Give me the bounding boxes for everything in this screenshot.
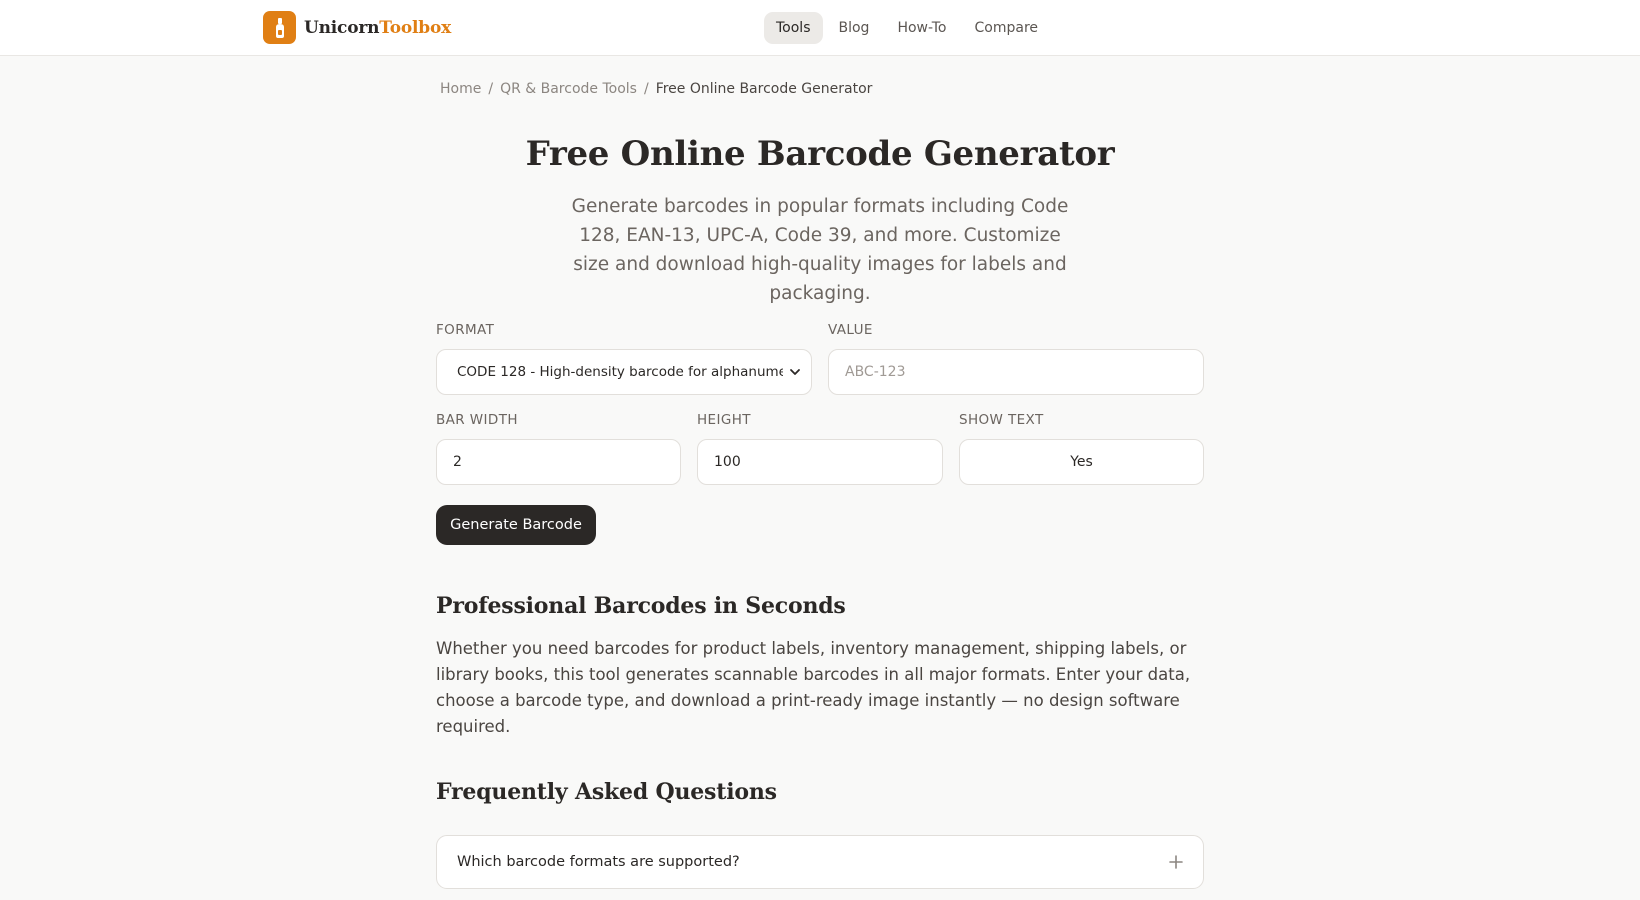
height-input[interactable] (714, 454, 926, 470)
breadcrumb: Home / QR & Barcode Tools / Free Online … (440, 81, 1208, 97)
site-logo[interactable]: UnicornToolbox (263, 11, 451, 44)
breadcrumb-current: Free Online Barcode Generator (655, 81, 873, 97)
faq-item[interactable]: Which barcode formats are supported? (436, 835, 1204, 889)
nav-item-blog[interactable]: Blog (827, 12, 882, 44)
page-subtitle: Generate barcodes in popular formats inc… (571, 196, 1069, 304)
breadcrumb-separator: / (643, 81, 649, 97)
logo-text-primary: Unicorn (304, 17, 380, 38)
plus-icon (1169, 855, 1183, 869)
logo-wordmark: UnicornToolbox (304, 18, 451, 38)
value-label: VALUE (828, 322, 873, 338)
faq-heading: Frequently Asked Questions (436, 779, 777, 805)
height-label: HEIGHT (697, 412, 751, 428)
breadcrumb-separator: / (488, 81, 494, 97)
top-navigation-bar: UnicornToolbox Tools Blog How-To Compare (0, 0, 1640, 56)
value-field (828, 349, 1204, 395)
bar-width-input[interactable] (453, 454, 664, 470)
show-text-toggle[interactable]: Yes (959, 439, 1204, 485)
about-paragraph: Whether you need barcodes for product la… (436, 639, 1191, 736)
show-text-value: Yes (1070, 454, 1093, 470)
nav-item-how-to[interactable]: How-To (885, 12, 958, 44)
main-nav: Tools Blog How-To Compare (764, 12, 1050, 44)
value-input[interactable] (845, 364, 1187, 380)
breadcrumb-home[interactable]: Home (440, 81, 481, 97)
logo-bottle-icon (263, 11, 296, 44)
bar-width-label: BAR WIDTH (436, 412, 518, 428)
bar-width-field (436, 439, 681, 485)
chevron-down-icon (790, 369, 800, 375)
format-select[interactable]: CODE 128 - High-density barcode for alph… (436, 349, 812, 395)
page-title: Free Online Barcode Generator (525, 134, 1115, 174)
breadcrumb-category[interactable]: QR & Barcode Tools (500, 81, 637, 97)
show-text-label: SHOW TEXT (959, 412, 1044, 428)
logo-text-accent: Toolbox (379, 17, 452, 38)
about-heading: Professional Barcodes in Seconds (436, 593, 846, 619)
format-label: FORMAT (436, 322, 495, 338)
generate-barcode-button[interactable]: Generate Barcode (436, 505, 596, 545)
height-field (697, 439, 943, 485)
nav-item-tools[interactable]: Tools (764, 12, 823, 44)
nav-item-compare[interactable]: Compare (963, 12, 1051, 44)
format-select-value: CODE 128 - High-density barcode for alph… (457, 364, 783, 380)
faq-question: Which barcode formats are supported? (457, 854, 740, 870)
